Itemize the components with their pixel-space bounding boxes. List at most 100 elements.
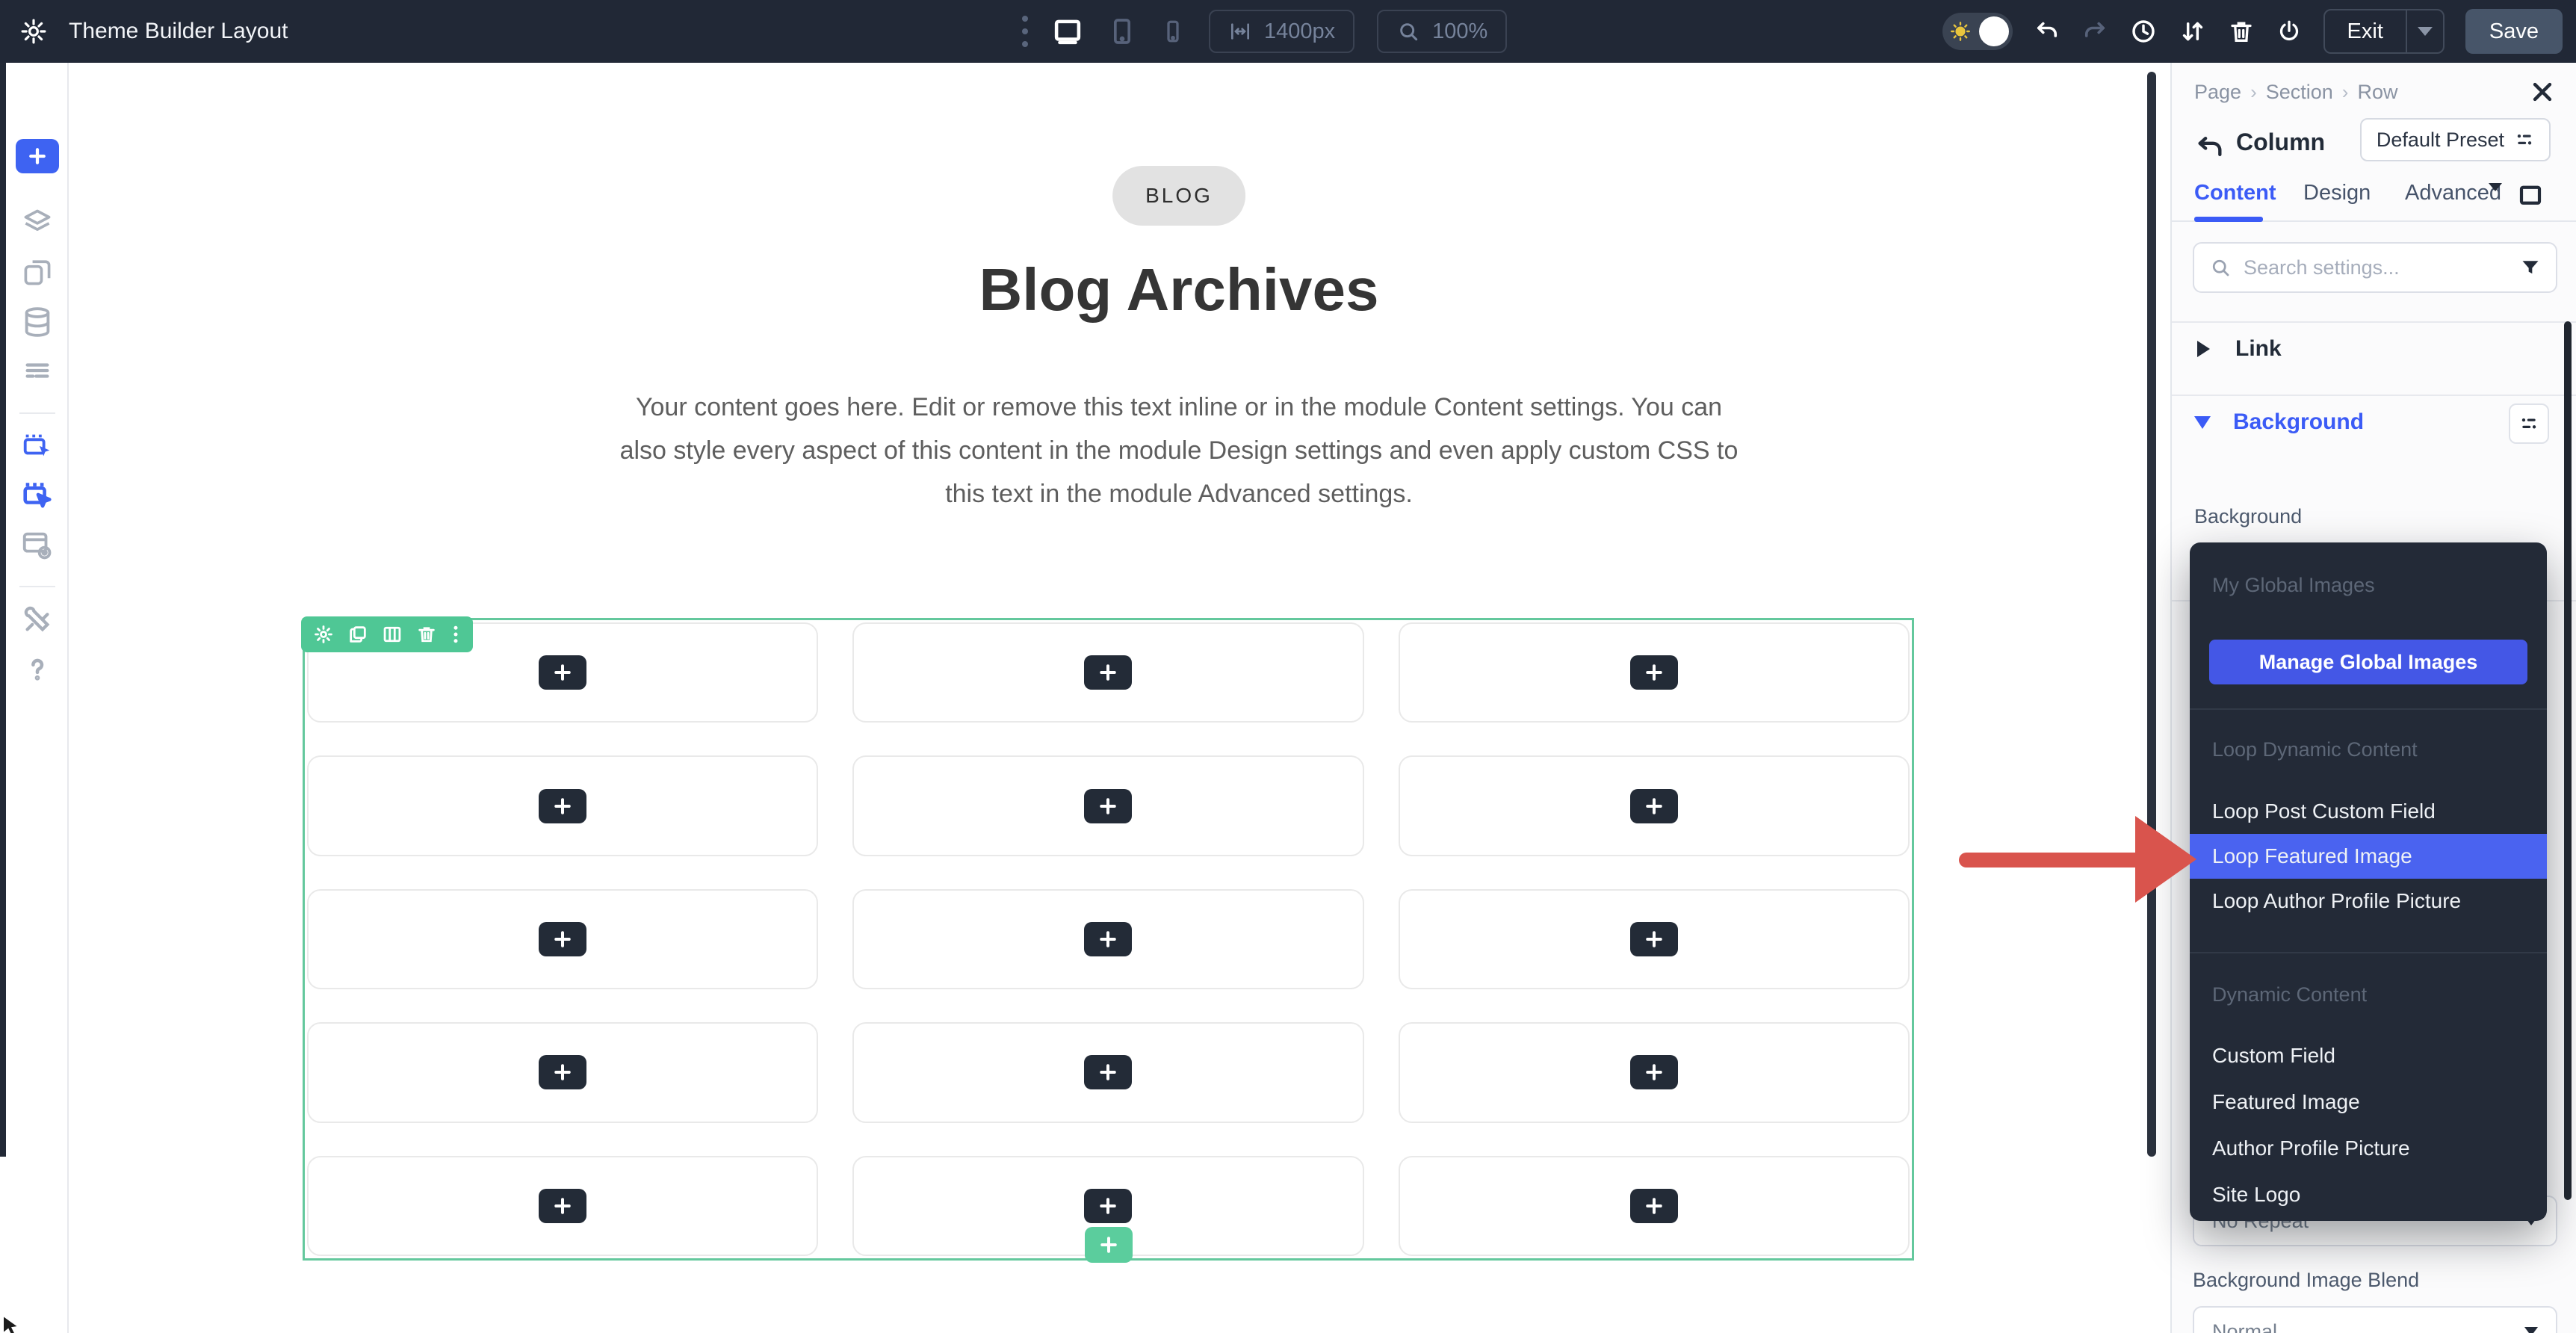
add-module-plus-button[interactable] bbox=[539, 1189, 586, 1223]
sort-arrows-button[interactable] bbox=[2179, 17, 2207, 46]
background-blend-value: Normal bbox=[2212, 1320, 2277, 1333]
breadcrumb-row[interactable]: Row bbox=[2357, 81, 2397, 104]
loop-card[interactable] bbox=[852, 622, 1363, 723]
settings-search[interactable] bbox=[2193, 242, 2557, 293]
canvas-zoom-input[interactable]: 100% bbox=[1377, 10, 1507, 53]
background-preset-button[interactable] bbox=[2509, 403, 2549, 444]
loop-card[interactable] bbox=[852, 755, 1363, 856]
add-module-plus-button[interactable] bbox=[1630, 922, 1678, 956]
loop-card[interactable] bbox=[1399, 889, 1910, 989]
drag-handle-icon[interactable] bbox=[1022, 16, 1028, 47]
add-module-plus-button[interactable] bbox=[1630, 789, 1678, 823]
close-icon[interactable] bbox=[2530, 79, 2555, 105]
dropdown-item[interactable]: Author Profile Picture bbox=[2190, 1125, 2547, 1172]
add-module-plus-button[interactable] bbox=[1084, 789, 1132, 823]
builder-settings-gear-icon[interactable] bbox=[19, 17, 48, 46]
history-button[interactable] bbox=[2129, 17, 2158, 46]
loop-card[interactable] bbox=[307, 1156, 818, 1256]
redo-button[interactable] bbox=[2081, 18, 2108, 45]
add-module-button[interactable] bbox=[16, 139, 59, 173]
dynamic-content-list: Custom FieldFeatured ImageAuthor Profile… bbox=[2190, 1033, 2547, 1218]
link-section-toggle[interactable]: Link bbox=[2197, 336, 2282, 362]
add-module-plus-button[interactable] bbox=[1084, 1189, 1132, 1223]
row-settings-gear-icon[interactable] bbox=[313, 624, 334, 645]
wireframe-button[interactable] bbox=[20, 356, 55, 386]
loop-card[interactable] bbox=[1399, 755, 1910, 856]
exit-button[interactable]: Exit bbox=[2323, 9, 2445, 54]
add-module-plus-button[interactable] bbox=[539, 922, 586, 956]
undo-button[interactable] bbox=[2034, 18, 2061, 45]
database-button[interactable] bbox=[20, 305, 55, 339]
row-delete-icon[interactable] bbox=[416, 624, 437, 645]
dropdown-item[interactable]: Loop Author Profile Picture bbox=[2190, 879, 2547, 924]
dropdown-item[interactable]: Site Logo bbox=[2190, 1172, 2547, 1218]
search-input[interactable] bbox=[2244, 256, 2508, 279]
breadcrumb-page[interactable]: Page bbox=[2194, 81, 2241, 104]
background-blend-select[interactable]: Normal bbox=[2193, 1306, 2557, 1333]
exit-caret-icon[interactable] bbox=[2407, 10, 2443, 52]
dropdown-item[interactable]: Custom Field bbox=[2190, 1033, 2547, 1079]
phone-view-button[interactable] bbox=[1159, 16, 1186, 47]
dropdown-item[interactable]: Loop Post Custom Field bbox=[2190, 789, 2547, 834]
row-duplicate-icon[interactable] bbox=[347, 624, 368, 645]
page-heading[interactable]: Blog Archives bbox=[979, 256, 1379, 324]
save-button[interactable]: Save bbox=[2465, 9, 2563, 54]
add-module-plus-button[interactable] bbox=[539, 1055, 586, 1089]
active-tab-underline bbox=[2194, 217, 2263, 222]
dropdown-item[interactable]: Loop Featured Image bbox=[2190, 834, 2547, 879]
background-section-toggle[interactable]: Background bbox=[2194, 409, 2364, 435]
portability-button[interactable] bbox=[2276, 18, 2303, 45]
loop-card[interactable] bbox=[307, 1022, 818, 1122]
breadcrumb-section[interactable]: Section bbox=[2266, 81, 2333, 104]
add-module-plus-button[interactable] bbox=[539, 655, 586, 690]
loop-card[interactable] bbox=[1399, 622, 1910, 723]
add-module-plus-button[interactable] bbox=[1084, 655, 1132, 690]
add-module-plus-button[interactable] bbox=[1084, 1055, 1132, 1089]
back-arrow-icon[interactable] bbox=[2194, 132, 2226, 161]
add-module-plus-button[interactable] bbox=[1630, 655, 1678, 690]
tools-button[interactable] bbox=[20, 602, 55, 637]
image-source-dropdown: My Global Images Manage Global Images Lo… bbox=[2190, 542, 2547, 1221]
page-paragraph[interactable]: Your content goes here. Edit or remove t… bbox=[619, 386, 1739, 516]
filter-funnel-icon[interactable] bbox=[2520, 257, 2541, 278]
trash-button[interactable] bbox=[2228, 18, 2255, 45]
add-row-button[interactable] bbox=[1085, 1227, 1133, 1263]
canvas-width-value: 1400px bbox=[1264, 19, 1335, 44]
loop-card[interactable] bbox=[307, 889, 818, 989]
add-module-plus-button[interactable] bbox=[1084, 922, 1132, 956]
tablet-view-button[interactable] bbox=[1107, 15, 1137, 48]
sidebar-divider bbox=[19, 412, 55, 414]
loop-card[interactable] bbox=[1399, 1022, 1910, 1122]
dropdown-item[interactable]: Featured Image bbox=[2190, 1079, 2547, 1125]
panel-scrollbar[interactable] bbox=[2564, 321, 2572, 1200]
search-icon bbox=[2209, 256, 2232, 279]
add-module-plus-button[interactable] bbox=[539, 789, 586, 823]
responsive-caret-icon[interactable] bbox=[2489, 191, 2502, 205]
pages-button[interactable] bbox=[19, 256, 55, 288]
blog-badge[interactable]: BLOG bbox=[1112, 166, 1245, 226]
row-columns-icon[interactable] bbox=[382, 624, 403, 645]
loop-card[interactable] bbox=[307, 755, 818, 856]
default-preset-button[interactable]: Default Preset bbox=[2360, 118, 2551, 161]
loop-card[interactable] bbox=[852, 1022, 1363, 1122]
loop-card[interactable] bbox=[852, 889, 1363, 989]
tab-advanced[interactable]: Advanced bbox=[2405, 181, 2501, 205]
row-options-ellipsis-icon[interactable] bbox=[451, 623, 461, 646]
hover-mode-button[interactable] bbox=[19, 427, 56, 462]
layers-button[interactable] bbox=[19, 206, 56, 239]
help-button[interactable] bbox=[22, 652, 53, 686]
desktop-indicator-icon[interactable] bbox=[2515, 182, 2545, 209]
light-dark-toggle[interactable] bbox=[1942, 13, 2013, 50]
add-module-plus-button[interactable] bbox=[1630, 1055, 1678, 1089]
loop-row[interactable] bbox=[303, 618, 1914, 1261]
tab-content[interactable]: Content bbox=[2194, 181, 2276, 205]
desktop-view-button[interactable] bbox=[1050, 16, 1085, 47]
click-mode-button[interactable] bbox=[19, 477, 56, 511]
loop-card[interactable] bbox=[1399, 1156, 1910, 1256]
add-module-plus-button[interactable] bbox=[1630, 1189, 1678, 1223]
preview-button[interactable] bbox=[19, 528, 56, 562]
manage-global-images-button[interactable]: Manage Global Images bbox=[2209, 640, 2527, 684]
tab-design[interactable]: Design bbox=[2303, 181, 2371, 205]
canvas-scrollbar[interactable] bbox=[2147, 72, 2156, 1157]
canvas-width-input[interactable]: 1400px bbox=[1209, 10, 1354, 53]
